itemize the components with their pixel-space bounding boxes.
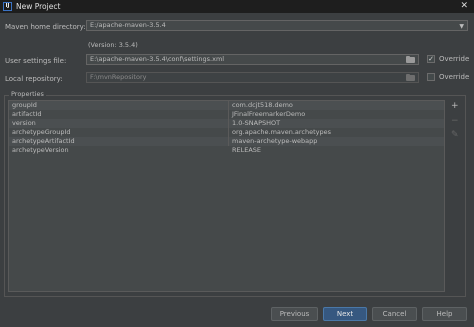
property-key: archetypeVersion bbox=[12, 146, 69, 154]
local-repo-override-checkbox[interactable] bbox=[427, 73, 435, 81]
local-repo-field[interactable]: F:\mvnRepository bbox=[86, 72, 419, 83]
property-value: maven-archetype-webapp bbox=[232, 137, 318, 145]
edit-icon[interactable]: ✎ bbox=[451, 131, 459, 140]
maven-version-note: (Version: 3.5.4) bbox=[88, 41, 138, 49]
maven-home-value: E:/apache-maven-3.5.4 bbox=[90, 21, 166, 29]
previous-button[interactable]: Previous bbox=[271, 307, 318, 321]
title-bar: IJ New Project ✕ bbox=[0, 0, 474, 13]
table-row[interactable]: version 1.0-SNAPSHOT bbox=[9, 119, 444, 128]
intellij-logo-icon: IJ bbox=[3, 2, 12, 11]
maven-home-combobox[interactable]: E:/apache-maven-3.5.4 ▼ bbox=[86, 20, 468, 31]
user-settings-override-checkbox[interactable]: ✓ bbox=[427, 55, 435, 63]
help-button[interactable]: Help bbox=[422, 307, 467, 321]
folder-icon[interactable] bbox=[406, 56, 415, 63]
remove-icon[interactable]: − bbox=[451, 117, 459, 126]
local-repo-label: Local repository: bbox=[5, 75, 63, 83]
user-settings-value: E:\apache-maven-3.5.4\conf\settings.xml bbox=[90, 55, 225, 63]
property-value: org.apache.maven.archetypes bbox=[232, 128, 332, 136]
table-row[interactable]: artifactId JFinalFreemarkerDemo bbox=[9, 110, 444, 119]
cancel-button[interactable]: Cancel bbox=[372, 307, 417, 321]
property-key: archetypeArtifactId bbox=[12, 137, 75, 145]
user-settings-label: User settings file: bbox=[5, 57, 67, 65]
property-value: com.dcjt518.demo bbox=[232, 101, 293, 109]
property-value: 1.0-SNAPSHOT bbox=[232, 119, 281, 127]
local-repo-override-label: Override bbox=[439, 73, 470, 81]
close-icon[interactable]: ✕ bbox=[460, 1, 468, 11]
local-repo-value: F:\mvnRepository bbox=[90, 73, 147, 81]
property-key: version bbox=[12, 119, 36, 127]
table-row[interactable]: archetypeVersion RELEASE bbox=[9, 146, 444, 155]
column-separator[interactable] bbox=[228, 101, 229, 146]
next-button[interactable]: Next bbox=[323, 307, 367, 321]
property-key: archetypeGroupId bbox=[12, 128, 71, 136]
properties-section-label: Properties bbox=[9, 90, 46, 98]
table-row[interactable]: groupId com.dcjt518.demo bbox=[9, 101, 444, 110]
user-settings-field[interactable]: E:\apache-maven-3.5.4\conf\settings.xml bbox=[86, 54, 419, 65]
properties-table[interactable]: groupId com.dcjt518.demo artifactId JFin… bbox=[8, 100, 445, 292]
table-row[interactable]: archetypeArtifactId maven-archetype-weba… bbox=[9, 137, 444, 146]
dropdown-arrow-icon[interactable]: ▼ bbox=[459, 22, 464, 30]
maven-home-label: Maven home directory: bbox=[5, 23, 86, 31]
add-icon[interactable]: + bbox=[451, 102, 459, 111]
property-key: groupId bbox=[12, 101, 37, 109]
property-value: JFinalFreemarkerDemo bbox=[232, 110, 306, 118]
property-key: artifactId bbox=[12, 110, 42, 118]
folder-icon[interactable] bbox=[406, 74, 415, 81]
user-settings-override-label: Override bbox=[439, 55, 470, 63]
window-title: New Project bbox=[16, 2, 61, 11]
property-value: RELEASE bbox=[232, 146, 262, 154]
table-row[interactable]: archetypeGroupId org.apache.maven.archet… bbox=[9, 128, 444, 137]
